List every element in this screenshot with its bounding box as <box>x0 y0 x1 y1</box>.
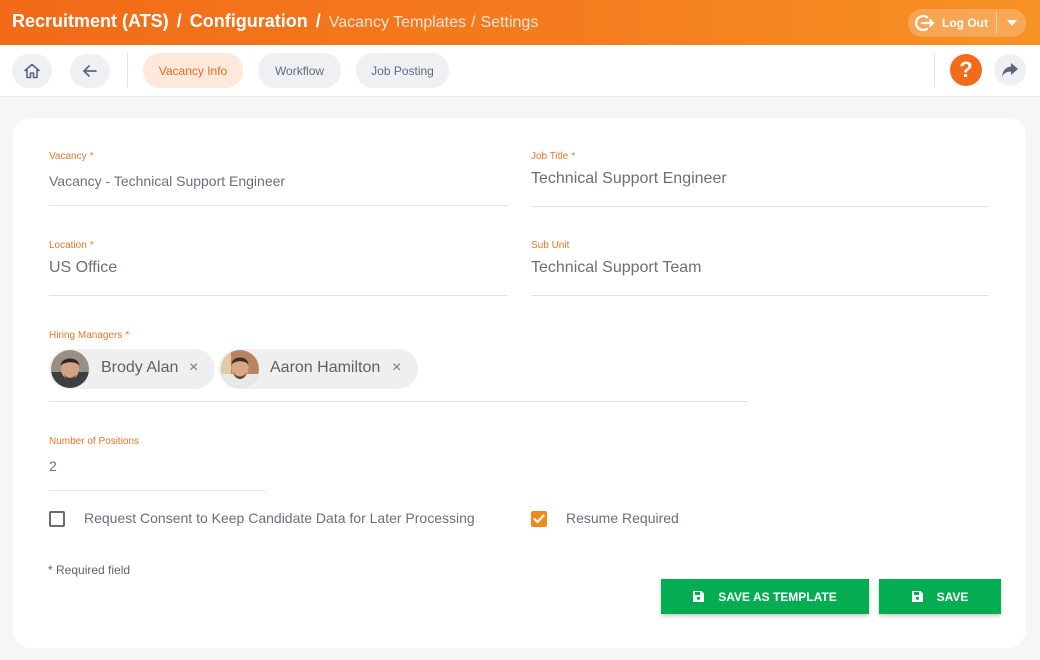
hiring-managers-label: Hiring Managers * <box>49 330 130 341</box>
save-as-template-button[interactable]: SAVE AS TEMPLATE <box>661 579 869 614</box>
help-button[interactable]: ? <box>950 54 982 86</box>
vacancy-label: Vacancy * <box>49 151 94 162</box>
job-title-label: Job Title * <box>531 151 576 162</box>
sub-unit-value: Technical Support Team <box>531 259 702 276</box>
share-icon <box>1002 63 1018 77</box>
logout-label: Log Out <box>942 16 988 30</box>
breadcrumb-configuration[interactable]: Configuration <box>190 11 308 31</box>
breadcrumb-separator: / <box>176 11 182 31</box>
avatar <box>221 350 259 388</box>
back-button[interactable] <box>70 54 110 88</box>
breadcrumb: Recruitment (ATS) / Configuration / Vaca… <box>12 11 538 32</box>
logout-icon <box>915 14 935 32</box>
positions-label: Number of Positions <box>49 436 140 447</box>
resume-required-checkbox[interactable] <box>531 511 547 527</box>
toolbar-divider <box>127 53 128 87</box>
arrow-left-icon <box>83 65 97 77</box>
sub-unit-label: Sub Unit <box>531 240 570 251</box>
tab-workflow[interactable]: Workflow <box>258 53 341 88</box>
remove-chip-icon[interactable]: × <box>392 359 401 377</box>
breadcrumb-recruitment[interactable]: Recruitment (ATS) <box>12 11 169 31</box>
floppy-disk-icon <box>693 591 705 602</box>
avatar <box>51 350 89 388</box>
required-field-note: * Required field <box>48 563 131 577</box>
breadcrumb-separator: / <box>315 11 321 31</box>
location-label: Location * <box>49 240 94 251</box>
job-title-value: Technical Support Engineer <box>531 170 727 187</box>
job-title-underline <box>531 206 989 207</box>
location-value: US Office <box>49 259 118 276</box>
hiring-manager-chip[interactable]: Brody Alan × <box>49 349 215 389</box>
sub-unit-underline <box>531 295 989 296</box>
positions-value: 2 <box>49 458 57 474</box>
hiring-manager-name: Aaron Hamilton <box>270 359 381 376</box>
share-button[interactable] <box>994 54 1026 86</box>
vacancy-underline <box>49 205 507 206</box>
hiring-manager-name: Brody Alan <box>101 359 179 376</box>
remove-chip-icon[interactable]: × <box>189 359 198 377</box>
logout-dropdown-toggle[interactable] <box>997 9 1026 37</box>
tab-job-posting[interactable]: Job Posting <box>356 53 449 88</box>
hiring-manager-chip[interactable]: Aaron Hamilton × <box>219 349 418 389</box>
consent-label: Request Consent to Keep Candidate Data f… <box>84 510 475 526</box>
home-icon <box>24 63 40 79</box>
logout-button[interactable]: Log Out <box>908 9 996 37</box>
save-button[interactable]: SAVE <box>879 579 1001 614</box>
positions-underline <box>49 490 266 491</box>
location-underline <box>49 295 507 296</box>
save-label: SAVE <box>936 589 969 604</box>
logout-button-group: Log Out <box>908 9 1026 37</box>
tab-vacancy-info[interactable]: Vacancy Info <box>143 53 243 88</box>
vacancy-value: Vacancy - Technical Support Engineer <box>49 173 286 189</box>
hiring-managers-underline <box>49 401 748 402</box>
save-as-template-label: SAVE AS TEMPLATE <box>718 589 837 604</box>
home-button[interactable] <box>12 54 52 88</box>
resume-required-label: Resume Required <box>566 510 679 526</box>
floppy-disk-icon <box>911 591 923 602</box>
caret-down-icon <box>1006 20 1017 26</box>
breadcrumb-vacancy-templates[interactable]: Vacancy Templates <box>329 14 466 31</box>
top-bar: Recruitment (ATS) / Configuration / Vaca… <box>0 0 1040 45</box>
toolbar-divider <box>934 53 935 87</box>
toolbar: Vacancy Info Workflow Job Posting ? <box>0 45 1040 97</box>
checkmark-icon <box>533 514 545 524</box>
breadcrumb-separator: / <box>471 14 476 31</box>
consent-checkbox[interactable] <box>49 511 65 527</box>
breadcrumb-settings: Settings <box>480 14 539 31</box>
